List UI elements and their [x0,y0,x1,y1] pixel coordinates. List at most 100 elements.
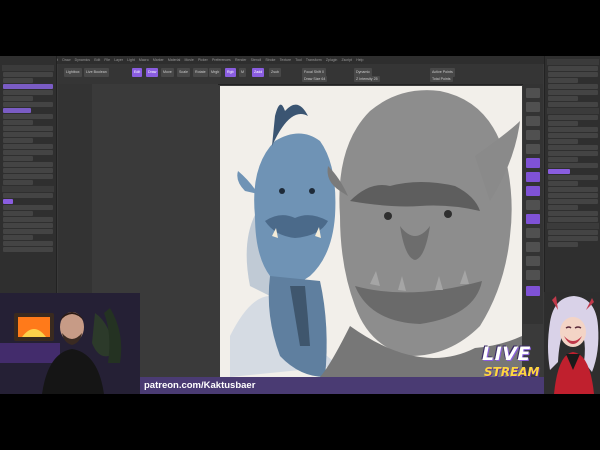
palette-row[interactable] [548,217,598,222]
menu-item[interactable]: Layer [114,56,123,64]
palette-row[interactable] [548,205,578,210]
palette-row[interactable] [548,121,578,126]
palette-row[interactable] [548,163,598,168]
draw-size-slider[interactable]: Draw Size 64 [302,76,328,82]
palette-row[interactable] [3,211,33,216]
rgb-button[interactable]: Rgb [225,68,236,77]
rotate-button[interactable]: Rotate [193,68,208,77]
palette-row[interactable] [548,96,578,101]
edit-button[interactable]: Edit [132,68,143,77]
menu-item[interactable]: Stroke [265,56,275,64]
palette-row[interactable] [3,168,53,173]
palette-row[interactable] [3,102,53,107]
palette-header[interactable] [547,223,599,229]
menu-item[interactable]: Marker [153,56,164,64]
palette-row[interactable] [3,96,33,101]
palette-row[interactable] [3,114,53,119]
menu-item[interactable]: Picker [198,56,208,64]
palette-toggle[interactable] [3,199,13,204]
palette-row[interactable] [3,156,33,161]
palette-row[interactable] [3,241,53,246]
palette-row[interactable] [548,242,578,247]
menu-item[interactable]: Dynamics [75,56,90,64]
palette-row[interactable] [548,66,598,71]
local-button[interactable] [526,186,540,196]
floor-button[interactable] [526,172,540,182]
palette-toggle[interactable] [548,169,570,174]
zadd-button[interactable]: Zadd [252,68,265,77]
palette-header[interactable] [2,65,54,71]
palette-row[interactable] [548,230,598,235]
palette-row[interactable] [548,133,598,138]
zsub-button[interactable]: Zsub [269,68,281,77]
menu-item[interactable]: Preferences [212,56,231,64]
palette-row-selected[interactable] [3,84,53,89]
palette-row[interactable] [3,247,53,252]
palette-row[interactable] [548,84,598,89]
menu-item[interactable]: Zplugin [326,56,337,64]
palette-row[interactable] [3,205,53,210]
palette-row[interactable] [548,236,598,241]
bpr-button[interactable] [526,88,540,98]
menu-item[interactable]: Edit [94,56,100,64]
scroll-button[interactable] [526,116,540,126]
palette-row[interactable] [548,127,598,132]
palette-row[interactable] [3,162,53,167]
palette-row[interactable] [548,145,598,150]
palette-row[interactable] [548,187,598,192]
live-boolean-button[interactable]: Live Boolean [84,68,109,77]
palette-row[interactable] [548,157,578,162]
rotate-view-button[interactable] [526,270,540,280]
palette-row[interactable] [548,102,598,107]
draw-button[interactable]: Draw [146,68,159,77]
palette-row[interactable] [548,151,598,156]
zoom3d-button[interactable] [526,256,540,266]
mrgb-button[interactable]: Mrgb [209,68,222,77]
menu-item[interactable]: Stencil [251,56,262,64]
lightbox-button[interactable]: Lightbox [64,68,82,77]
palette-row-selected[interactable] [3,108,31,113]
palette-row[interactable] [3,180,33,185]
palette-row[interactable] [548,199,598,204]
palette-row[interactable] [3,193,53,198]
patreon-link[interactable]: patreon.com/Kaktusbaer [140,377,255,394]
document-canvas[interactable] [220,86,522,377]
frame-button[interactable] [526,228,540,238]
palette-row[interactable] [3,132,53,137]
spix-button[interactable] [526,102,540,112]
palette-row[interactable] [548,115,598,120]
palette-row[interactable] [3,138,33,143]
palette-row[interactable] [548,175,598,180]
menu-item[interactable]: Macro [139,56,149,64]
menu-item[interactable]: Texture [280,56,291,64]
palette-row[interactable] [548,211,598,216]
menu-item[interactable]: Transform [306,56,322,64]
move-view-button[interactable] [526,242,540,252]
palette-header[interactable] [2,186,54,192]
lsym-button[interactable] [526,200,540,210]
palette-row[interactable] [548,181,578,186]
palette-row[interactable] [3,229,53,234]
menu-item[interactable]: Zscript [342,56,353,64]
menu-item[interactable]: File [104,56,110,64]
scale-button[interactable]: Scale [177,68,190,77]
polyf-button[interactable] [526,286,540,296]
palette-row[interactable] [548,72,598,77]
menu-item[interactable]: Draw [62,56,70,64]
menu-item[interactable]: Movie [185,56,194,64]
palette-row[interactable] [3,78,33,83]
palette-row[interactable] [3,126,53,131]
actual-button[interactable] [526,144,540,154]
palette-row[interactable] [548,90,598,95]
palette-row[interactable] [3,223,53,228]
palette-row[interactable] [3,235,33,240]
z-intensity-slider[interactable]: Z Intensity 25 [354,76,380,82]
palette-row[interactable] [548,193,598,198]
menu-item[interactable]: Tool [295,56,301,64]
menu-item[interactable]: Light [127,56,135,64]
palette-row[interactable] [3,217,53,222]
palette-row[interactable] [3,144,53,149]
palette-row[interactable] [3,150,53,155]
m-button[interactable]: M [239,68,246,77]
menu-item[interactable]: Material [168,56,180,64]
